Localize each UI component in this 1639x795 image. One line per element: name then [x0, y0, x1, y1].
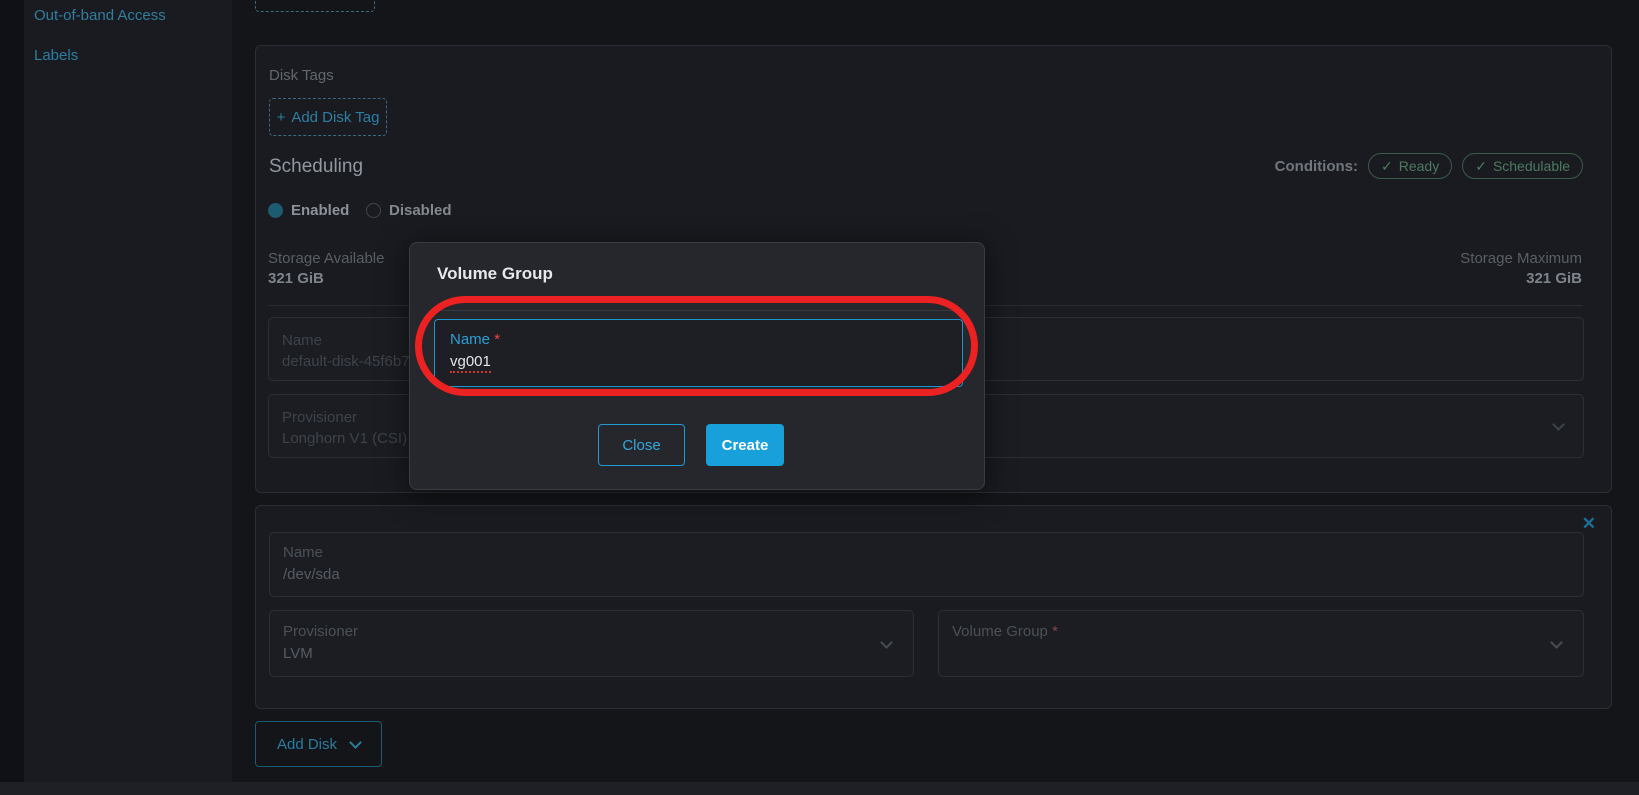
- provisioner-value: LVM: [283, 645, 313, 662]
- add-disk-button[interactable]: Add Disk: [255, 721, 382, 767]
- storage-maximum: Storage Maximum 321 GiB: [1460, 250, 1582, 287]
- storage-maximum-label: Storage Maximum: [1460, 250, 1582, 267]
- modal-title: Volume Group: [437, 264, 553, 284]
- required-asterisk: *: [494, 331, 500, 348]
- check-icon: ✓: [1381, 158, 1393, 175]
- required-asterisk: *: [1052, 623, 1058, 640]
- provisioner-label: Provisioner: [282, 409, 357, 426]
- spellcheck-underlined-text: vg001: [450, 353, 491, 373]
- page-footer-strip: [0, 782, 1639, 795]
- sidebar-item-out-of-band-access[interactable]: Out-of-band Access: [34, 7, 166, 24]
- storage-available-label: Storage Available: [268, 250, 384, 267]
- radio-enabled[interactable]: Enabled: [268, 202, 349, 219]
- radio-disabled[interactable]: Disabled: [366, 202, 452, 219]
- close-button[interactable]: Close: [598, 424, 685, 466]
- name-label: Name *: [450, 331, 500, 348]
- lvm-disk-panel: ✕ Name /dev/sda Provisioner LVM Volume G…: [255, 505, 1612, 709]
- divider: [434, 310, 960, 311]
- add-disk-tag-button[interactable]: + Add Disk Tag: [269, 98, 387, 136]
- scheduling-heading: Scheduling: [269, 156, 363, 178]
- chevron-down-icon: [1550, 636, 1563, 649]
- radio-enabled-label: Enabled: [291, 202, 349, 219]
- chevron-down-icon: [880, 636, 893, 649]
- conditions-label: Conditions:: [1275, 158, 1358, 175]
- provisioner-value: Longhorn V1 (CSI): [282, 430, 407, 447]
- name-value: default-disk-45f6b7: [282, 353, 410, 370]
- radio-disabled-label: Disabled: [389, 202, 452, 219]
- volume-group-label: Volume Group *: [952, 623, 1058, 640]
- storage-available: Storage Available 321 GiB: [268, 250, 384, 287]
- add-disk-label: Add Disk: [277, 736, 337, 753]
- volume-group-modal: Volume Group Name * vg001 Close Create: [409, 242, 985, 490]
- left-nav-rail: [0, 0, 24, 795]
- conditions-row: Conditions: ✓ Ready ✓ Schedulable: [1275, 153, 1583, 179]
- chevron-down-icon: [1552, 418, 1565, 431]
- name-value: vg001: [450, 353, 491, 370]
- create-button[interactable]: Create: [706, 424, 784, 466]
- storage-available-value: 321 GiB: [268, 270, 384, 287]
- volume-group-label-text: Volume Group: [952, 623, 1048, 640]
- disk-tags-label: Disk Tags: [269, 67, 334, 84]
- close-icon[interactable]: ✕: [1582, 515, 1596, 532]
- storage-maximum-value: 321 GiB: [1460, 270, 1582, 287]
- truncated-add-button[interactable]: [255, 0, 375, 12]
- plus-icon: +: [277, 109, 286, 126]
- radio-unselected-icon: [366, 203, 381, 218]
- volume-group-select[interactable]: Volume Group *: [938, 610, 1584, 677]
- provisioner-label: Provisioner: [283, 623, 358, 640]
- chevron-down-icon: [349, 736, 362, 749]
- status-badge-ready: ✓ Ready: [1368, 153, 1452, 179]
- badge-ready-label: Ready: [1399, 158, 1439, 174]
- sidebar: Out-of-band Access Labels: [24, 0, 232, 782]
- name-label-text: Name: [450, 331, 490, 348]
- device-name-input[interactable]: Name /dev/sda: [269, 532, 1584, 597]
- status-badge-schedulable: ✓ Schedulable: [1462, 153, 1583, 179]
- name-value: /dev/sda: [283, 566, 340, 583]
- provisioner-select[interactable]: Provisioner LVM: [269, 610, 914, 677]
- badge-schedulable-label: Schedulable: [1493, 158, 1570, 174]
- add-disk-tag-label: Add Disk Tag: [291, 109, 379, 126]
- name-label: Name: [283, 544, 323, 561]
- check-icon: ✓: [1475, 158, 1487, 175]
- name-label: Name: [282, 332, 322, 349]
- sidebar-item-labels[interactable]: Labels: [34, 47, 78, 64]
- radio-selected-icon: [268, 203, 283, 218]
- volume-group-name-input[interactable]: Name * vg001: [434, 319, 963, 387]
